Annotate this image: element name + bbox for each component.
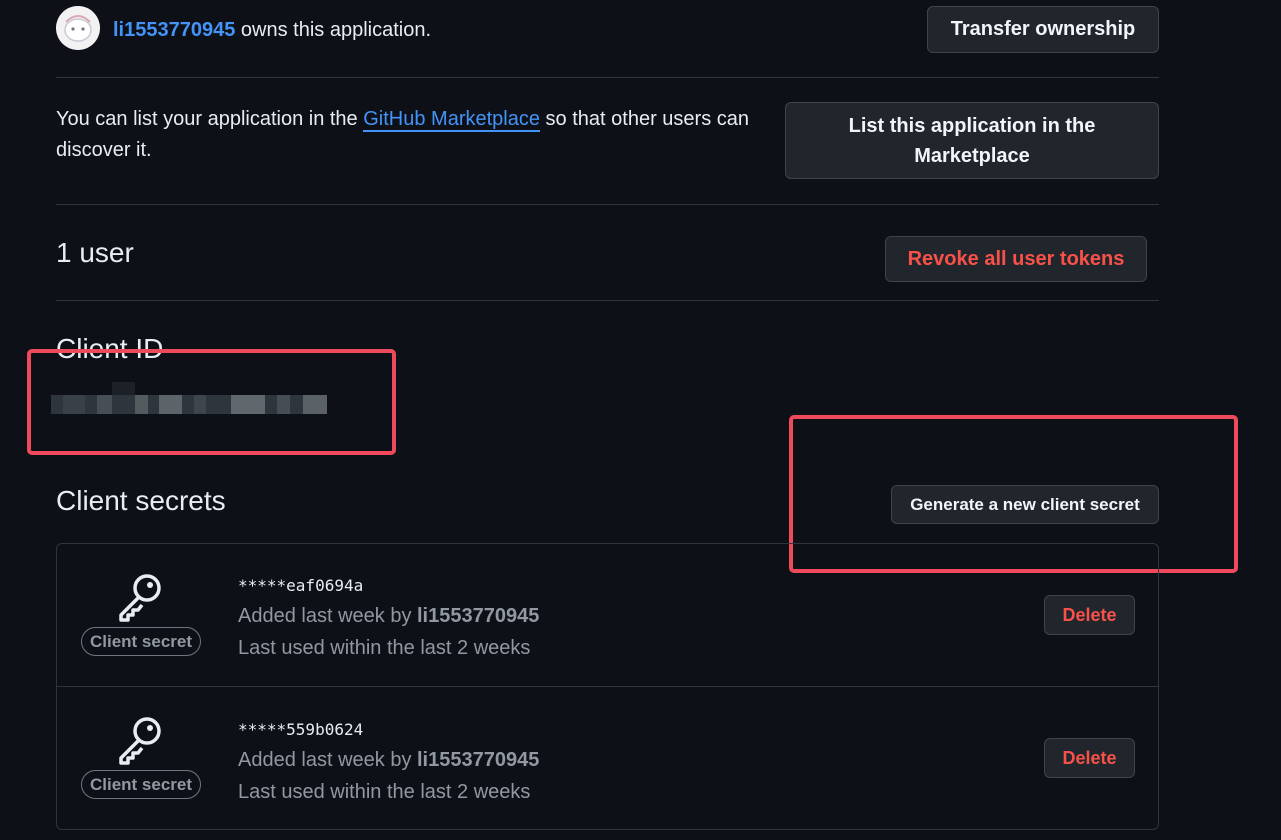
marketplace-text-before: You can list your application in the: [56, 108, 364, 130]
key-icon: [113, 570, 169, 626]
key-icon: [113, 713, 169, 769]
transfer-ownership-button[interactable]: Transfer ownership: [927, 6, 1159, 53]
secret-last-used: Last used within the last 2 weeks: [238, 781, 531, 803]
secret-last-used: Last used within the last 2 weeks: [238, 637, 531, 659]
owner-statement: li1553770945 owns this application.: [113, 16, 431, 44]
delete-secret-button[interactable]: Delete: [1044, 595, 1135, 635]
github-marketplace-link[interactable]: GitHub Marketplace: [363, 108, 540, 132]
added-by-user: li1553770945: [417, 605, 540, 627]
added-prefix: Added last week by: [238, 749, 417, 771]
divider: [56, 77, 1159, 78]
client-secret-label: Client secret: [81, 627, 201, 656]
divider: [56, 204, 1159, 205]
added-by-user: li1553770945: [417, 749, 540, 771]
annotation-box-client-id: [27, 349, 396, 455]
added-prefix: Added last week by: [238, 605, 417, 627]
revoke-all-user-tokens-button[interactable]: Revoke all user tokens: [885, 236, 1147, 282]
client-secret-row: Client secret *****559b0624 Added last w…: [57, 686, 1158, 829]
client-secrets-list: Client secret *****eaf0694a Added last w…: [56, 543, 1159, 830]
masked-secret: *****eaf0694a: [238, 576, 364, 595]
owner-username-link[interactable]: li1553770945: [113, 19, 235, 41]
owner-avatar[interactable]: [56, 6, 100, 50]
secret-added-info: Added last week by li1553770945: [238, 746, 539, 774]
delete-secret-button[interactable]: Delete: [1044, 738, 1135, 778]
client-secrets-heading: Client secrets: [56, 485, 226, 516]
client-secret-row: Client secret *****eaf0694a Added last w…: [57, 544, 1158, 686]
user-count: 1 user: [56, 237, 134, 268]
marketplace-description: You can list your application in the Git…: [56, 104, 786, 166]
client-secret-label: Client secret: [81, 770, 201, 799]
secret-added-info: Added last week by li1553770945: [238, 602, 539, 630]
avatar-image: [56, 6, 100, 50]
owner-suffix-text: owns this application.: [235, 19, 432, 41]
list-in-marketplace-button[interactable]: List this application in the Marketplace: [785, 102, 1159, 179]
masked-secret: *****559b0624: [238, 720, 364, 739]
divider: [56, 300, 1159, 301]
